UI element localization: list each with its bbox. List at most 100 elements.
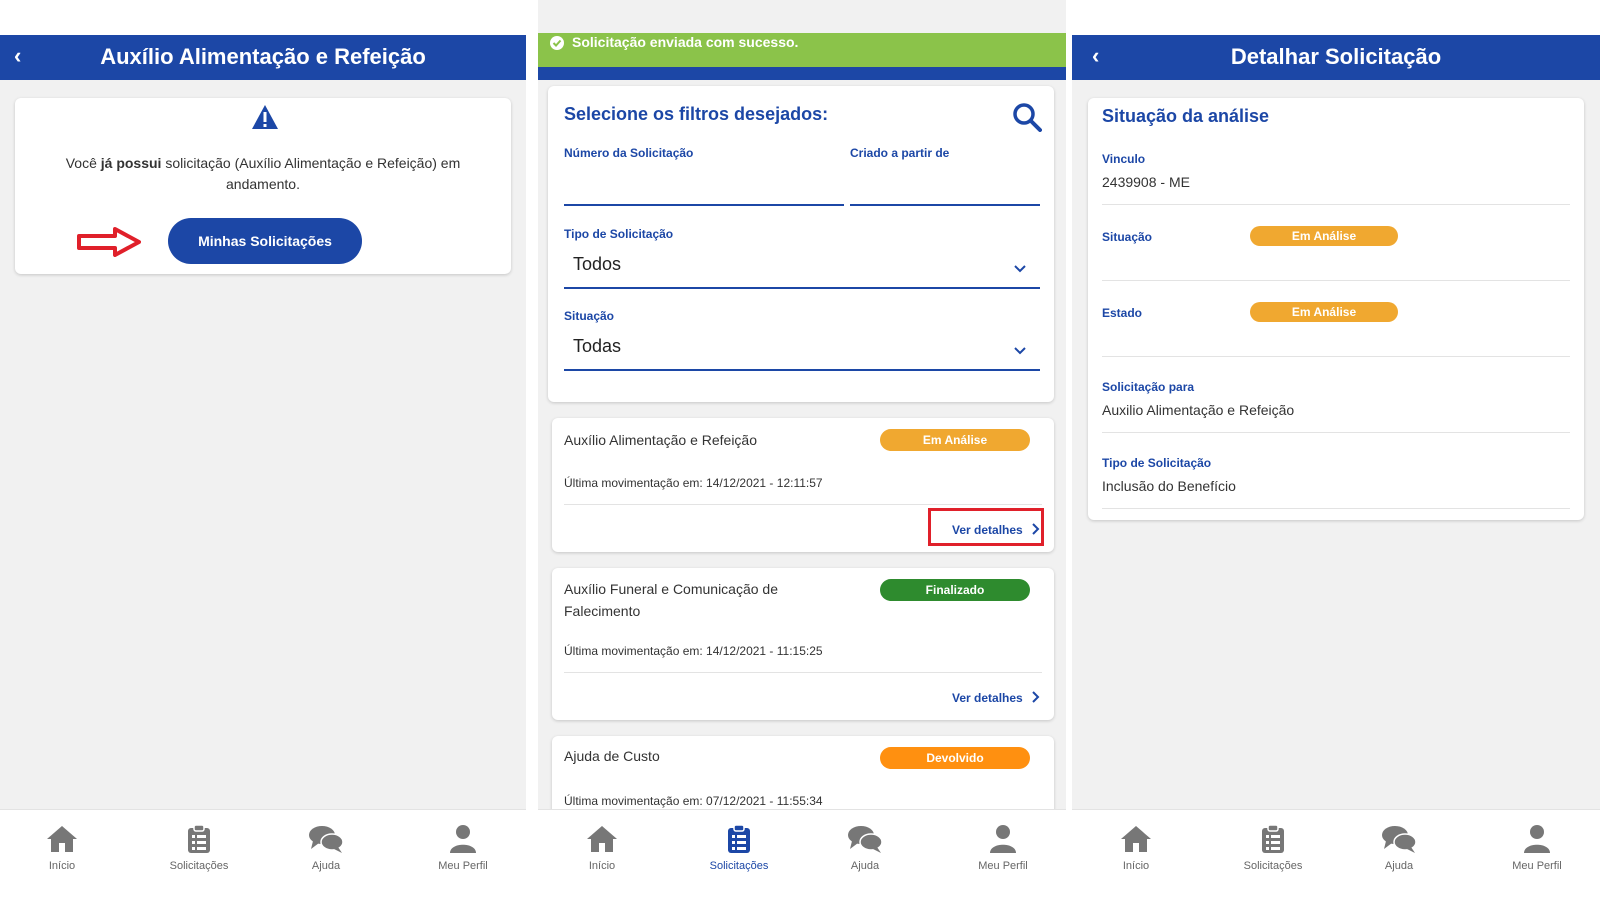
vinculo-value: 2439908 - ME [1102, 174, 1190, 190]
panel-solicitacoes: Solicitação enviada com sucesso. Selecio… [538, 0, 1066, 900]
bottom-navigation: Início Solicitações Ajuda Meu Perfil [538, 809, 1066, 900]
nav-perfil-label: Meu Perfil [1512, 860, 1562, 872]
nav-inicio[interactable]: Início [1081, 824, 1191, 872]
nav-ajuda[interactable]: Ajuda [271, 824, 381, 872]
request-title: Auxílio Alimentação e Refeição [564, 432, 757, 448]
success-toast: Solicitação enviada com sucesso. [538, 33, 1066, 67]
card-divider [564, 672, 1042, 673]
panel-auxilio-alimentacao: ‹ Auxílio Alimentação e Refeição Você já… [0, 0, 526, 900]
tipo-solicitacao-value: Inclusão do Benefício [1102, 478, 1236, 494]
clipboard-icon [1262, 824, 1284, 853]
row-divider [1102, 356, 1570, 357]
criado-a-partir-input[interactable] [850, 164, 1040, 204]
clipboard-icon [188, 824, 210, 853]
nav-ajuda[interactable]: Ajuda [810, 824, 920, 872]
tipo-solicitacao-select[interactable]: Todos [564, 246, 1040, 288]
row-divider [1102, 280, 1570, 281]
criado-a-partir-label: Criado a partir de [850, 146, 950, 160]
nav-ajuda-label: Ajuda [311, 860, 341, 872]
nav-solicitacoes-label: Solicitações [1243, 860, 1303, 872]
panel-detalhar-solicitacao: ‹ Detalhar Solicitação Situação da análi… [1072, 0, 1600, 900]
alert-card: Você já possui solicitação (Auxílio Alim… [15, 98, 511, 274]
estado-label: Estado [1102, 306, 1143, 320]
nav-perfil[interactable]: Meu Perfil [948, 824, 1058, 872]
user-icon [990, 825, 1016, 853]
tipo-solicitacao-label: Tipo de Solicitação [564, 227, 674, 241]
nav-perfil[interactable]: Meu Perfil [1482, 824, 1592, 872]
user-icon [450, 825, 476, 853]
request-card: Auxílio Funeral e Comunicação de Falecim… [552, 568, 1054, 720]
nav-ajuda[interactable]: Ajuda [1344, 824, 1454, 872]
request-title: Auxílio Funeral e Comunicação de Falecim… [564, 581, 779, 619]
numero-input-underline [564, 204, 844, 206]
filters-card: Selecione os filtros desejados: Número d… [548, 86, 1054, 402]
request-card: Auxílio Alimentação e Refeição Em Anális… [552, 418, 1054, 552]
warning-icon [252, 105, 278, 129]
chat-icon [309, 826, 344, 853]
tipo-solicitacao-label: Tipo de Solicitação [1102, 456, 1212, 470]
card-divider [564, 504, 1042, 505]
nav-solicitacoes[interactable]: Solicitações [144, 824, 254, 872]
vinculo-label: Vinculo [1102, 152, 1146, 166]
app-header: ‹ Detalhar Solicitação [1072, 35, 1600, 80]
numero-solicitacao-label: Número da Solicitação [564, 146, 694, 160]
alert-text-bold: já possui [100, 155, 162, 171]
home-icon [47, 826, 77, 852]
request-title: Ajuda de Custo [564, 748, 660, 764]
home-icon [587, 826, 617, 852]
situacao-label: Situação [1102, 230, 1153, 244]
bottom-navigation: Início Solicitações Ajuda Meu Perfil [0, 809, 526, 900]
chevron-down-icon [1014, 347, 1026, 355]
nav-solicitacoes-label: Solicitações [169, 860, 229, 872]
row-divider [1102, 432, 1570, 433]
nav-inicio-label: Início [1122, 860, 1150, 872]
analysis-card: Situação da análise Vinculo 2439908 - ME… [1088, 98, 1584, 520]
nav-ajuda-label: Ajuda [850, 860, 880, 872]
search-icon[interactable] [1012, 102, 1042, 132]
bottom-navigation: Início Solicitações Ajuda Meu Perfil [1072, 809, 1600, 900]
nav-inicio-label: Início [588, 860, 616, 872]
alert-text-before: Você [65, 155, 101, 171]
nav-perfil[interactable]: Meu Perfil [408, 824, 518, 872]
status-bar-area [1072, 0, 1600, 35]
red-arrow-icon [77, 227, 141, 257]
nav-solicitacoes[interactable]: Solicitações [684, 824, 794, 872]
nav-inicio-label: Início [48, 860, 76, 872]
status-badge: Finalizado [880, 579, 1030, 601]
status-bar-area [0, 0, 526, 35]
situacao-select[interactable]: Todas [564, 328, 1040, 370]
alert-text-after: solicitação (Auxílio Alimentação e Refei… [161, 155, 461, 192]
chevron-right-icon [1032, 691, 1040, 703]
home-icon [1121, 826, 1151, 852]
ver-detalhes-link[interactable]: Ver detalhes [952, 691, 1040, 705]
clipboard-icon [728, 824, 750, 853]
last-movement: Última movimentação em: 14/12/2021 - 11:… [564, 644, 823, 658]
nav-ajuda-label: Ajuda [1384, 860, 1414, 872]
chevron-down-icon [1014, 265, 1026, 273]
numero-solicitacao-input[interactable] [564, 164, 844, 204]
nav-solicitacoes-label: Solicitações [709, 860, 769, 872]
chat-icon [848, 826, 883, 853]
section-title: Situação da análise [1102, 106, 1270, 126]
status-badge: Em Análise [880, 429, 1030, 451]
criado-input-underline [850, 204, 1040, 206]
row-divider [1102, 508, 1570, 509]
nav-solicitacoes[interactable]: Solicitações [1218, 824, 1328, 872]
user-icon [1524, 825, 1550, 853]
alert-message: Você já possui solicitação (Auxílio Alim… [45, 153, 481, 195]
header-title: Auxílio Alimentação e Refeição [100, 44, 426, 69]
last-movement: Última movimentação em: 07/12/2021 - 11:… [564, 794, 823, 808]
ver-detalhes-label: Ver detalhes [952, 691, 1023, 705]
situacao-status-badge: Em Análise [1250, 226, 1398, 246]
filters-title: Selecione os filtros desejados: [564, 104, 829, 124]
nav-inicio[interactable]: Início [7, 824, 117, 872]
toast-text: Solicitação enviada com sucesso. [572, 34, 799, 50]
tipo-solicitacao-value: Todos [573, 254, 622, 274]
nav-perfil-label: Meu Perfil [978, 860, 1028, 872]
situacao-select-underline [564, 369, 1040, 371]
minhas-solicitacoes-button[interactable]: Minhas Solicitações [168, 218, 362, 264]
header-title: Detalhar Solicitação [1230, 44, 1442, 69]
nav-inicio[interactable]: Início [547, 824, 657, 872]
situacao-filter-label: Situação [564, 309, 615, 323]
nav-perfil-label: Meu Perfil [438, 860, 488, 872]
